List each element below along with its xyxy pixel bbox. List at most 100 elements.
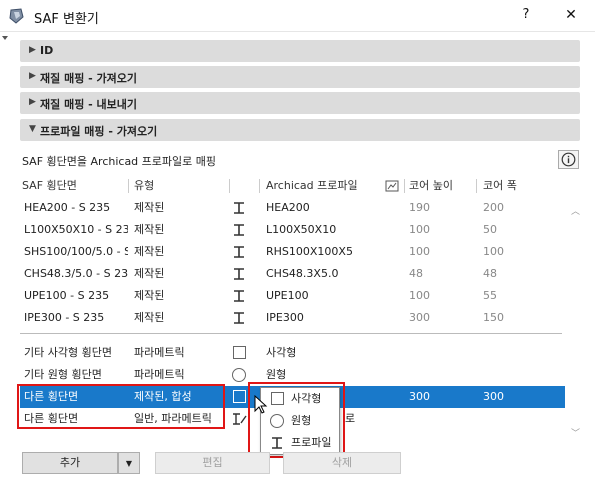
i-beam-icon <box>234 202 244 214</box>
popup-item-label: 사각형 <box>291 392 322 405</box>
archicad-profile-cell: 사각형 <box>266 346 297 359</box>
chevron-right-icon: ▶ <box>29 45 36 55</box>
section-label: 재질 매핑 - 내보내기 <box>40 98 138 111</box>
type-cell: 파라메트릭 <box>134 368 185 381</box>
core-height-cell: 190 <box>409 201 430 214</box>
highlight-box-rows <box>17 384 225 429</box>
help-button[interactable]: ? <box>512 2 540 28</box>
core-width-cell: 100 <box>483 245 504 258</box>
info-button[interactable] <box>558 150 579 169</box>
saf-section-cell: L100X50X10 - S 235 <box>24 223 128 236</box>
table-row[interactable]: L100X50X10 - S 235 제작된 L100X50X10 100 50 <box>20 219 565 241</box>
edit-profile-icon <box>233 413 247 425</box>
header-separator <box>476 179 477 193</box>
i-beam-icon <box>272 437 282 449</box>
section-profile-import[interactable]: ▼ 프로파일 매핑 - 가져오기 <box>20 119 580 141</box>
table-row[interactable]: 기타 사각형 횡단면 파라메트릭 사각형 <box>20 342 565 364</box>
core-height-cell: 48 <box>409 267 423 280</box>
mapping-description: SAF 횡단면을 Archicad 프로파일로 매핑 <box>22 155 216 168</box>
mouse-cursor-icon <box>254 395 268 414</box>
chevron-right-icon: ▶ <box>29 71 36 81</box>
header-separator <box>229 179 230 193</box>
table-row[interactable]: CHS48.3/5.0 - S 235 제작된 CHS48.3X5.0 48 4… <box>20 263 565 285</box>
header-separator <box>259 179 260 193</box>
archicad-profile-cell: 로 <box>345 412 356 425</box>
core-height-cell: 100 <box>409 223 430 236</box>
popup-item-label: 원형 <box>291 414 312 427</box>
saf-section-cell: 기타 사각형 횡단면 <box>24 346 112 359</box>
header-core-height[interactable]: 코어 높이 <box>409 176 453 196</box>
core-width-cell: 48 <box>483 267 497 280</box>
table-scrollbar[interactable]: ︿ ﹀ <box>568 196 582 444</box>
add-dropdown-button[interactable]: ▼ <box>118 452 140 474</box>
header-separator <box>404 179 405 193</box>
table-row[interactable]: SHS100/100/5.0 - S... 제작된 RHS100X100X5 1… <box>20 241 565 263</box>
core-height-cell: 100 <box>409 289 430 302</box>
info-icon <box>561 152 576 167</box>
archicad-profile-cell: CHS48.3X5.0 <box>266 267 339 280</box>
popup-item-label: 프로파일 <box>291 436 332 449</box>
core-width-cell: 50 <box>483 223 497 236</box>
chevron-down-icon: ▼ <box>125 459 133 468</box>
table-row[interactable]: IPE300 - S 235 제작된 IPE300 300 150 <box>20 307 565 329</box>
core-height-cell: 300 <box>409 311 430 324</box>
saf-translator-app-icon <box>9 8 24 24</box>
table-divider <box>20 333 562 334</box>
square-icon <box>271 392 284 405</box>
scroll-down-icon[interactable]: ﹀ <box>571 426 580 439</box>
section-material-import[interactable]: ▶ 재질 매핑 - 가져오기 <box>20 66 580 88</box>
saf-section-cell: SHS100/100/5.0 - S... <box>24 245 128 258</box>
i-beam-icon <box>234 246 244 258</box>
header-type[interactable]: 유형 <box>134 176 154 196</box>
core-width-cell: 200 <box>483 201 504 214</box>
window-title: SAF 변환기 <box>34 12 99 27</box>
saf-section-cell: HEA200 - S 235 <box>24 201 111 214</box>
type-cell: 파라메트릭 <box>134 346 185 359</box>
chevron-down-icon: ▼ <box>29 124 36 134</box>
i-beam-icon <box>234 224 244 236</box>
core-width-cell: 300 <box>483 390 504 403</box>
square-icon <box>233 346 246 359</box>
header-saf-section[interactable]: SAF 횡단면 <box>22 176 77 196</box>
core-width-cell: 55 <box>483 289 497 302</box>
profile-preview-icon <box>385 180 399 192</box>
profile-type-popup-menu: 사각형 원형 프로파일 <box>260 387 340 455</box>
edit-button[interactable]: 편집 <box>155 452 270 474</box>
section-id[interactable]: ▶ ID <box>20 40 580 62</box>
table-row[interactable]: UPE100 - S 235 제작된 UPE100 100 55 <box>20 285 565 307</box>
title-bar: SAF 변환기 ? ✕ <box>0 0 595 32</box>
type-cell: 제작된 <box>134 267 165 280</box>
type-cell: 제작된 <box>134 223 165 236</box>
chevron-right-icon: ▶ <box>29 97 36 107</box>
saf-section-cell: IPE300 - S 235 <box>24 311 105 324</box>
type-cell: 제작된 <box>134 289 165 302</box>
archicad-profile-cell: L100X50X10 <box>266 223 337 236</box>
header-archicad-profile[interactable]: Archicad 프로파일 <box>266 176 358 196</box>
close-button[interactable]: ✕ <box>556 2 586 28</box>
saf-section-cell: UPE100 - S 235 <box>24 289 110 302</box>
type-cell: 제작된 <box>134 311 165 324</box>
archicad-profile-cell: UPE100 <box>266 289 309 302</box>
i-beam-icon <box>234 312 244 324</box>
popup-item-profile[interactable]: 프로파일 <box>261 433 339 453</box>
archicad-profile-cell: HEA200 <box>266 201 310 214</box>
type-cell: 제작된 <box>134 245 165 258</box>
section-label: 프로파일 매핑 - 가져오기 <box>40 125 158 138</box>
add-button[interactable]: 추가 <box>22 452 118 474</box>
section-material-export[interactable]: ▶ 재질 매핑 - 내보내기 <box>20 92 580 114</box>
type-cell: 제작된 <box>134 201 165 214</box>
archicad-profile-cell: IPE300 <box>266 311 304 324</box>
header-core-width[interactable]: 코어 폭 <box>483 176 517 196</box>
circle-icon <box>270 414 284 428</box>
square-icon <box>233 390 246 403</box>
delete-button[interactable]: 삭제 <box>283 452 401 474</box>
header-separator <box>128 179 129 193</box>
i-beam-icon <box>234 268 244 280</box>
scroll-up-icon[interactable]: ︿ <box>571 204 580 217</box>
popup-item-circle[interactable]: 원형 <box>261 411 339 431</box>
core-height-cell: 300 <box>409 390 430 403</box>
popup-item-rectangle[interactable]: 사각형 <box>261 389 339 409</box>
saf-section-cell: 기타 원형 횡단면 <box>24 368 102 381</box>
i-beam-icon <box>234 290 244 302</box>
table-row[interactable]: HEA200 - S 235 제작된 HEA200 190 200 <box>20 197 565 219</box>
